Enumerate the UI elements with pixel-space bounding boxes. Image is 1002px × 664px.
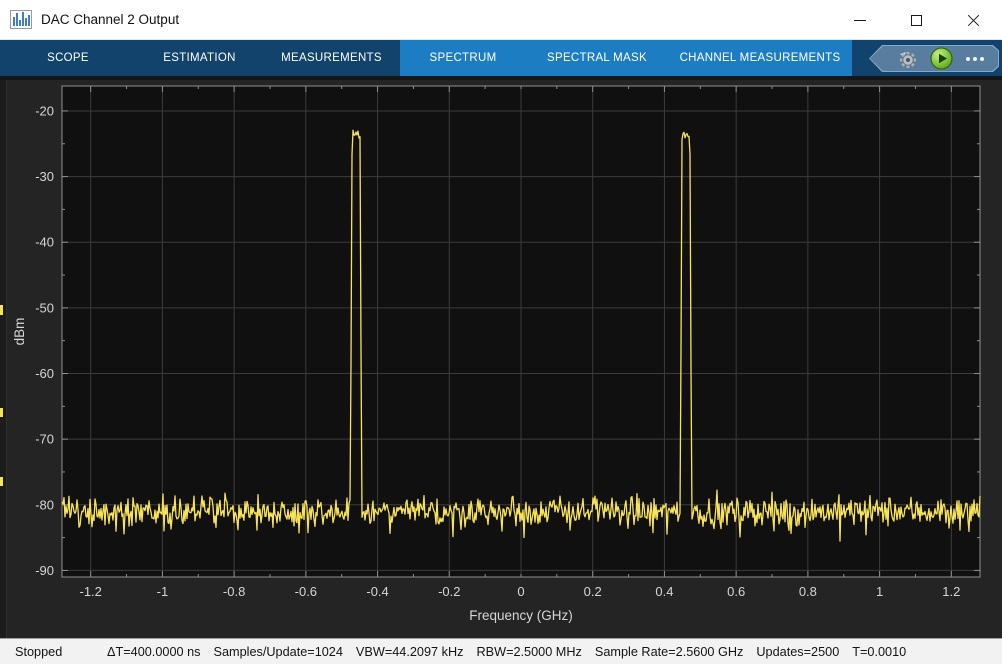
maximize-icon (911, 15, 922, 26)
more-options-button[interactable] (966, 57, 984, 61)
svg-text:0.2: 0.2 (584, 584, 602, 599)
svg-text:-50: -50 (35, 300, 54, 315)
status-time: T=0.0010 (852, 645, 906, 659)
window-title: DAC Channel 2 Output (41, 12, 179, 27)
svg-text:1: 1 (876, 584, 883, 599)
status-vbw: VBW=44.2097 kHz (356, 645, 464, 659)
spectrum-chart[interactable]: -1.2 -1 -0.8 -0.6 -0.4 -0.2 0 0.2 0.4 0.6 0.8 1 1.2 -… (0, 76, 1002, 638)
close-button[interactable] (945, 0, 1002, 40)
gear-step-icon (896, 48, 917, 69)
svg-text:-0.2: -0.2 (438, 584, 460, 599)
status-delta-t: ΔT=400.0000 ns (107, 645, 200, 659)
histogram-icon (10, 10, 32, 29)
close-icon (967, 14, 980, 27)
tab-channel-measurements[interactable]: CHANNEL MEASUREMENTS (668, 40, 852, 76)
svg-text:-20: -20 (35, 103, 54, 118)
step-settings-button[interactable] (896, 48, 917, 69)
svg-text:-40: -40 (35, 235, 54, 250)
ellipsis-icon (966, 57, 970, 61)
status-samples-per-update: Samples/Update=1024 (213, 645, 342, 659)
minimize-icon (854, 20, 866, 21)
tab-estimation[interactable]: ESTIMATION (136, 40, 263, 76)
run-controls-panel (869, 45, 999, 72)
svg-text:-60: -60 (35, 366, 54, 381)
svg-text:0.8: 0.8 (799, 584, 817, 599)
svg-text:0.6: 0.6 (727, 584, 745, 599)
minimize-button[interactable] (831, 0, 888, 40)
tab-spectral-mask[interactable]: SPECTRAL MASK (526, 40, 668, 76)
status-sample-rate: Sample Rate=2.5600 GHz (595, 645, 743, 659)
app-window: DAC Channel 2 Output SCOPE ESTIMATION ME… (0, 0, 1002, 664)
tab-scope[interactable]: SCOPE (0, 40, 136, 76)
svg-text:Frequency (GHz): Frequency (GHz) (469, 608, 573, 623)
spectrum-plot-area: -1.2 -1 -0.8 -0.6 -0.4 -0.2 0 0.2 0.4 0.6 0.8 1 1.2 -… (0, 76, 1002, 638)
svg-text:1.2: 1.2 (942, 584, 960, 599)
svg-text:-70: -70 (35, 432, 54, 447)
toolstrip: SCOPE ESTIMATION MEASUREMENTS SPECTRUM S… (0, 40, 1002, 76)
svg-text:-0.6: -0.6 (295, 584, 317, 599)
svg-text:0: 0 (517, 584, 524, 599)
svg-text:dBm: dBm (12, 318, 27, 346)
svg-text:-80: -80 (35, 497, 54, 512)
status-rbw: RBW=2.5000 MHz (476, 645, 581, 659)
svg-text:-30: -30 (35, 169, 54, 184)
status-items: ΔT=400.0000 ns Samples/Update=1024 VBW=4… (107, 645, 906, 659)
title-bar: DAC Channel 2 Output (0, 0, 1002, 40)
maximize-button[interactable] (888, 0, 945, 40)
status-bar: Stopped ΔT=400.0000 ns Samples/Update=10… (0, 638, 1002, 664)
tab-measurements[interactable]: MEASUREMENTS (263, 40, 400, 76)
svg-text:-90: -90 (35, 563, 54, 578)
tab-spectrum[interactable]: SPECTRUM (400, 40, 526, 76)
status-state: Stopped (15, 645, 107, 659)
svg-text:-0.8: -0.8 (223, 584, 245, 599)
status-updates: Updates=2500 (756, 645, 839, 659)
svg-text:-0.4: -0.4 (366, 584, 388, 599)
svg-text:-1: -1 (157, 584, 169, 599)
svg-text:0.4: 0.4 (655, 584, 673, 599)
run-button[interactable] (930, 47, 953, 70)
svg-text:-1.2: -1.2 (79, 584, 101, 599)
play-icon (930, 47, 953, 70)
window-controls (831, 0, 1002, 40)
